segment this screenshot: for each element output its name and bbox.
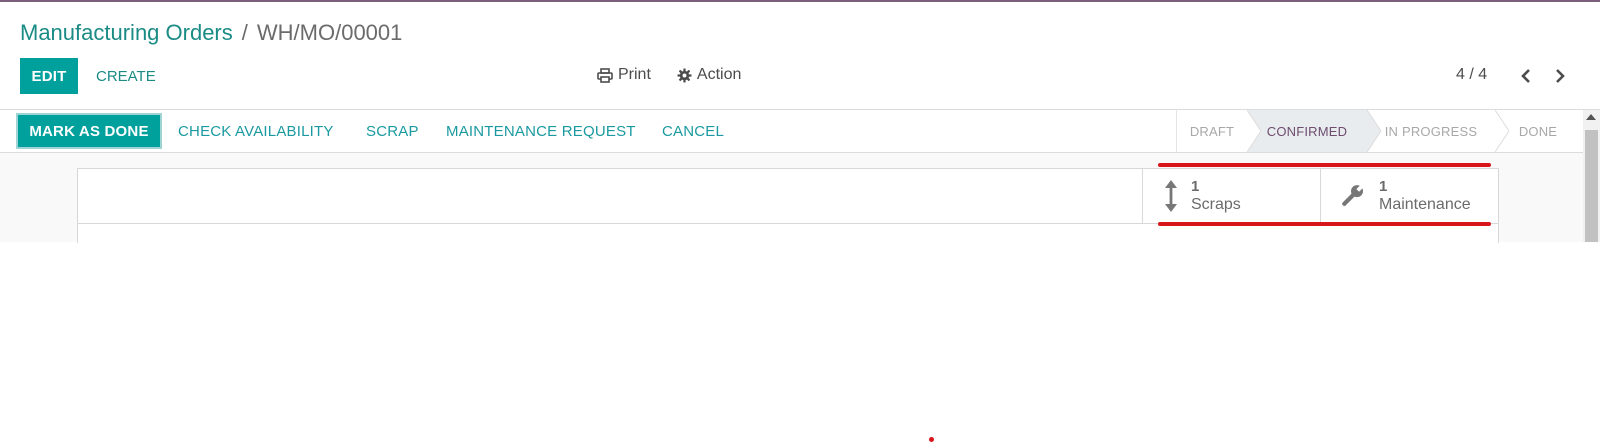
stage-arrow xyxy=(1495,110,1509,152)
status-stages: DRAFT CONFIRMED IN PROGRESS DONE xyxy=(1176,110,1581,152)
scraps-smart-button[interactable]: 1 Scraps xyxy=(1142,169,1320,223)
breadcrumb-current: WH/MO/00001 xyxy=(256,20,403,45)
breadcrumb: Manufacturing Orders / WH/MO/00001 xyxy=(20,18,402,48)
action-menu[interactable]: Action xyxy=(677,66,741,84)
print-label: Print xyxy=(618,66,651,83)
scroll-up-arrow[interactable] xyxy=(1586,114,1596,120)
scraps-count: 1 xyxy=(1191,178,1200,195)
maintenance-count: 1 xyxy=(1379,178,1388,195)
stage-label: IN PROGRESS xyxy=(1384,123,1478,139)
chevron-right-icon xyxy=(1556,69,1565,83)
maintenance-smart-button[interactable]: 1 Maintenance xyxy=(1320,169,1498,223)
breadcrumb-parent-link[interactable]: Manufacturing Orders xyxy=(20,20,233,45)
cancel-button[interactable]: CANCEL xyxy=(662,115,724,147)
action-toolbar: Print Action xyxy=(597,66,741,84)
maintenance-request-button[interactable]: MAINTENANCE REQUEST xyxy=(446,115,636,147)
annotation-dot xyxy=(929,437,934,442)
breadcrumb-separator: / xyxy=(241,20,248,45)
arrows-v-icon xyxy=(1165,180,1177,212)
scraps-label: Scraps xyxy=(1191,196,1241,213)
create-button[interactable]: CREATE xyxy=(84,58,168,94)
mark-as-done-button[interactable]: MARK AS DONE xyxy=(18,115,160,147)
pager-next-button[interactable] xyxy=(1550,64,1570,88)
stage-draft[interactable]: DRAFT xyxy=(1177,110,1261,152)
action-label: Action xyxy=(696,66,742,83)
form-sheet: 1 Scraps 1 Maintenance xyxy=(77,168,1499,243)
scrap-button[interactable]: SCRAP xyxy=(366,115,419,147)
check-availability-button[interactable]: CHECK AVAILABILITY xyxy=(178,115,334,147)
smart-button-box: 1 Scraps 1 Maintenance xyxy=(1142,169,1498,224)
vertical-scrollbar[interactable] xyxy=(1583,110,1600,242)
annotation-underline-top xyxy=(1158,163,1491,167)
gear-icon xyxy=(677,67,692,83)
maintenance-label: Maintenance xyxy=(1379,196,1471,213)
pager-previous-button[interactable] xyxy=(1516,64,1536,88)
print-menu[interactable]: Print xyxy=(597,66,651,84)
scroll-thumb[interactable] xyxy=(1585,130,1598,242)
print-icon xyxy=(597,67,613,83)
stage-arrow xyxy=(1367,110,1381,152)
form-statusbar: MARK AS DONE CHECK AVAILABILITY SCRAP MA… xyxy=(0,110,1583,153)
stage-arrow xyxy=(1247,110,1261,152)
chevron-left-icon xyxy=(1521,69,1530,83)
annotation-underline-bottom xyxy=(1158,222,1491,226)
wrench-icon xyxy=(1342,184,1364,206)
stage-label: CONFIRMED xyxy=(1266,123,1348,139)
stage-in-progress[interactable]: IN PROGRESS xyxy=(1367,110,1509,152)
stage-label: DONE xyxy=(1518,123,1558,139)
stage-confirmed[interactable]: CONFIRMED xyxy=(1247,110,1381,152)
stage-label: DRAFT xyxy=(1189,123,1235,139)
pager-value: 4 / 4 xyxy=(1456,66,1488,83)
control-panel: Manufacturing Orders / WH/MO/00001 EDIT CR… xyxy=(0,2,1600,110)
edit-button[interactable]: EDIT xyxy=(20,58,78,94)
